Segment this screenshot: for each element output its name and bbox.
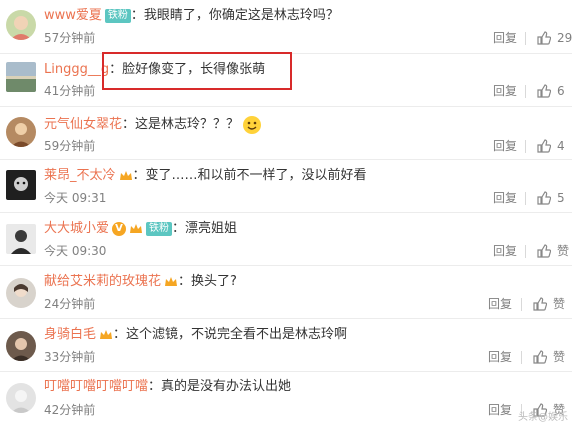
highlight-box (102, 52, 292, 90)
crown-icon (129, 222, 143, 236)
thumbs-up-icon (537, 31, 551, 45)
comment-author[interactable]: 大大城小爱 (44, 221, 109, 236)
like-button[interactable]: 赞 (533, 349, 565, 365)
like-button[interactable]: 4 (537, 138, 565, 154)
comment-text: 换头了? (191, 274, 237, 289)
avatar[interactable] (6, 278, 36, 308)
fan-badge: 铁粉 (104, 8, 131, 23)
reply-button[interactable]: 回复 (488, 402, 512, 418)
reply-button[interactable]: 回复 (493, 30, 517, 46)
comment-text: 我眼睛了，你确定这是林志玲吗？ (143, 8, 339, 23)
thumbs-up-icon (537, 244, 551, 258)
like-count: 4 (557, 139, 565, 153)
divider (521, 351, 522, 364)
verified-badge: V (112, 221, 127, 236)
comment-text: 真的是没有办法认出她 (161, 379, 292, 394)
reply-button[interactable]: 回复 (493, 243, 517, 259)
comment-item: 元气仙女翠花：这是林志玲？？？ 59分钟前 回复 4 (0, 106, 572, 159)
avatar[interactable] (6, 383, 36, 413)
comment-text: 这是林志玲？？？ (135, 117, 240, 132)
comment-text: 变了……和以前不一样了，没以前好看 (145, 168, 367, 183)
like-button[interactable]: 29 (537, 30, 572, 46)
watermark: 头条@娱乐 (518, 412, 568, 423)
comment-time: 59分钟前 (44, 139, 96, 153)
divider (525, 85, 526, 98)
comment-author[interactable]: 元气仙女翠花 (44, 117, 122, 132)
avatar[interactable] (6, 62, 36, 92)
crown-icon (164, 275, 178, 289)
comment-item: 献给艾米莉的玫瑰花 ：换头了? 24分钟前 回复 赞 (0, 265, 572, 318)
comment-item: 叮噹叮噹叮噹叮噹：真的是没有办法认出她 42分钟前 回复 赞 (0, 371, 572, 425)
thumbs-up-icon (533, 297, 547, 311)
divider (525, 192, 526, 205)
comment-item: 大大城小爱 V 铁粉 ：漂亮姐姐 今天 09:30 回复 赞 (0, 212, 572, 265)
like-label: 赞 (557, 244, 570, 258)
crown-icon (99, 328, 113, 342)
reply-button[interactable]: 回复 (488, 349, 512, 365)
like-count: 29 (557, 31, 572, 45)
divider (525, 32, 526, 45)
divider (525, 140, 526, 153)
like-count: 6 (557, 84, 565, 98)
avatar[interactable] (6, 331, 36, 361)
thumbs-up-icon (537, 139, 551, 153)
comment-time: 今天 09:30 (44, 244, 107, 258)
comment-author[interactable]: www爱夏 (44, 8, 102, 23)
comment-text: 漂亮姐姐 (185, 221, 238, 236)
comment-author[interactable]: 叮噹叮噹叮噹叮噹 (44, 379, 148, 394)
thumbs-up-icon (533, 350, 547, 364)
comment-time: 24分钟前 (44, 297, 96, 311)
crown-icon (119, 169, 133, 183)
comment-author[interactable]: 莱昂_不太冷 (44, 168, 116, 183)
comment-author[interactable]: Linggg__g (44, 62, 109, 77)
reply-button[interactable]: 回复 (493, 83, 517, 99)
comment-author[interactable]: 身骑白毛 (44, 327, 96, 342)
reply-button[interactable]: 回复 (488, 296, 512, 312)
avatar[interactable] (6, 117, 36, 147)
like-button[interactable]: 5 (537, 190, 565, 206)
divider (525, 245, 526, 258)
reply-button[interactable]: 回复 (493, 190, 517, 206)
like-button[interactable]: 6 (537, 83, 565, 99)
comment-list: www爱夏 铁粉 ：我眼睛了，你确定这是林志玲吗？ 57分钟前 回复 29 Ling… (0, 0, 572, 425)
avatar[interactable] (6, 170, 36, 200)
comment-time: 57分钟前 (44, 31, 96, 45)
reply-button[interactable]: 回复 (493, 138, 517, 154)
divider (521, 298, 522, 311)
comment-author[interactable]: 献给艾米莉的玫瑰花 (44, 274, 161, 289)
comment-time: 今天 09:31 (44, 191, 107, 205)
fan-badge: 铁粉 (146, 221, 173, 236)
comment-time: 33分钟前 (44, 350, 96, 364)
like-label: 赞 (553, 350, 566, 364)
like-count: 5 (557, 191, 565, 205)
like-button[interactable]: 赞 (537, 243, 569, 259)
comment-time: 42分钟前 (44, 403, 96, 417)
comment-item: www爱夏 铁粉 ：我眼睛了，你确定这是林志玲吗？ 57分钟前 回复 29 (0, 0, 572, 53)
avatar[interactable] (6, 224, 36, 254)
comment-item: 莱昂_不太冷 ：变了……和以前不一样了，没以前好看 今天 09:31 回复 5 (0, 159, 572, 212)
avatar[interactable] (6, 10, 36, 40)
comment-time: 41分钟前 (44, 84, 96, 98)
thumbs-up-icon (537, 191, 551, 205)
thumbs-up-icon (537, 84, 551, 98)
like-label: 赞 (553, 297, 566, 311)
comment-item: 身骑白毛 ：这个滤镜，不说完全看不出是林志玲啊 33分钟前 回复 赞 (0, 318, 572, 371)
like-button[interactable]: 赞 (533, 296, 565, 312)
comment-text: 这个滤镜，不说完全看不出是林志玲啊 (126, 327, 348, 342)
smile-emoji-icon (243, 115, 262, 134)
